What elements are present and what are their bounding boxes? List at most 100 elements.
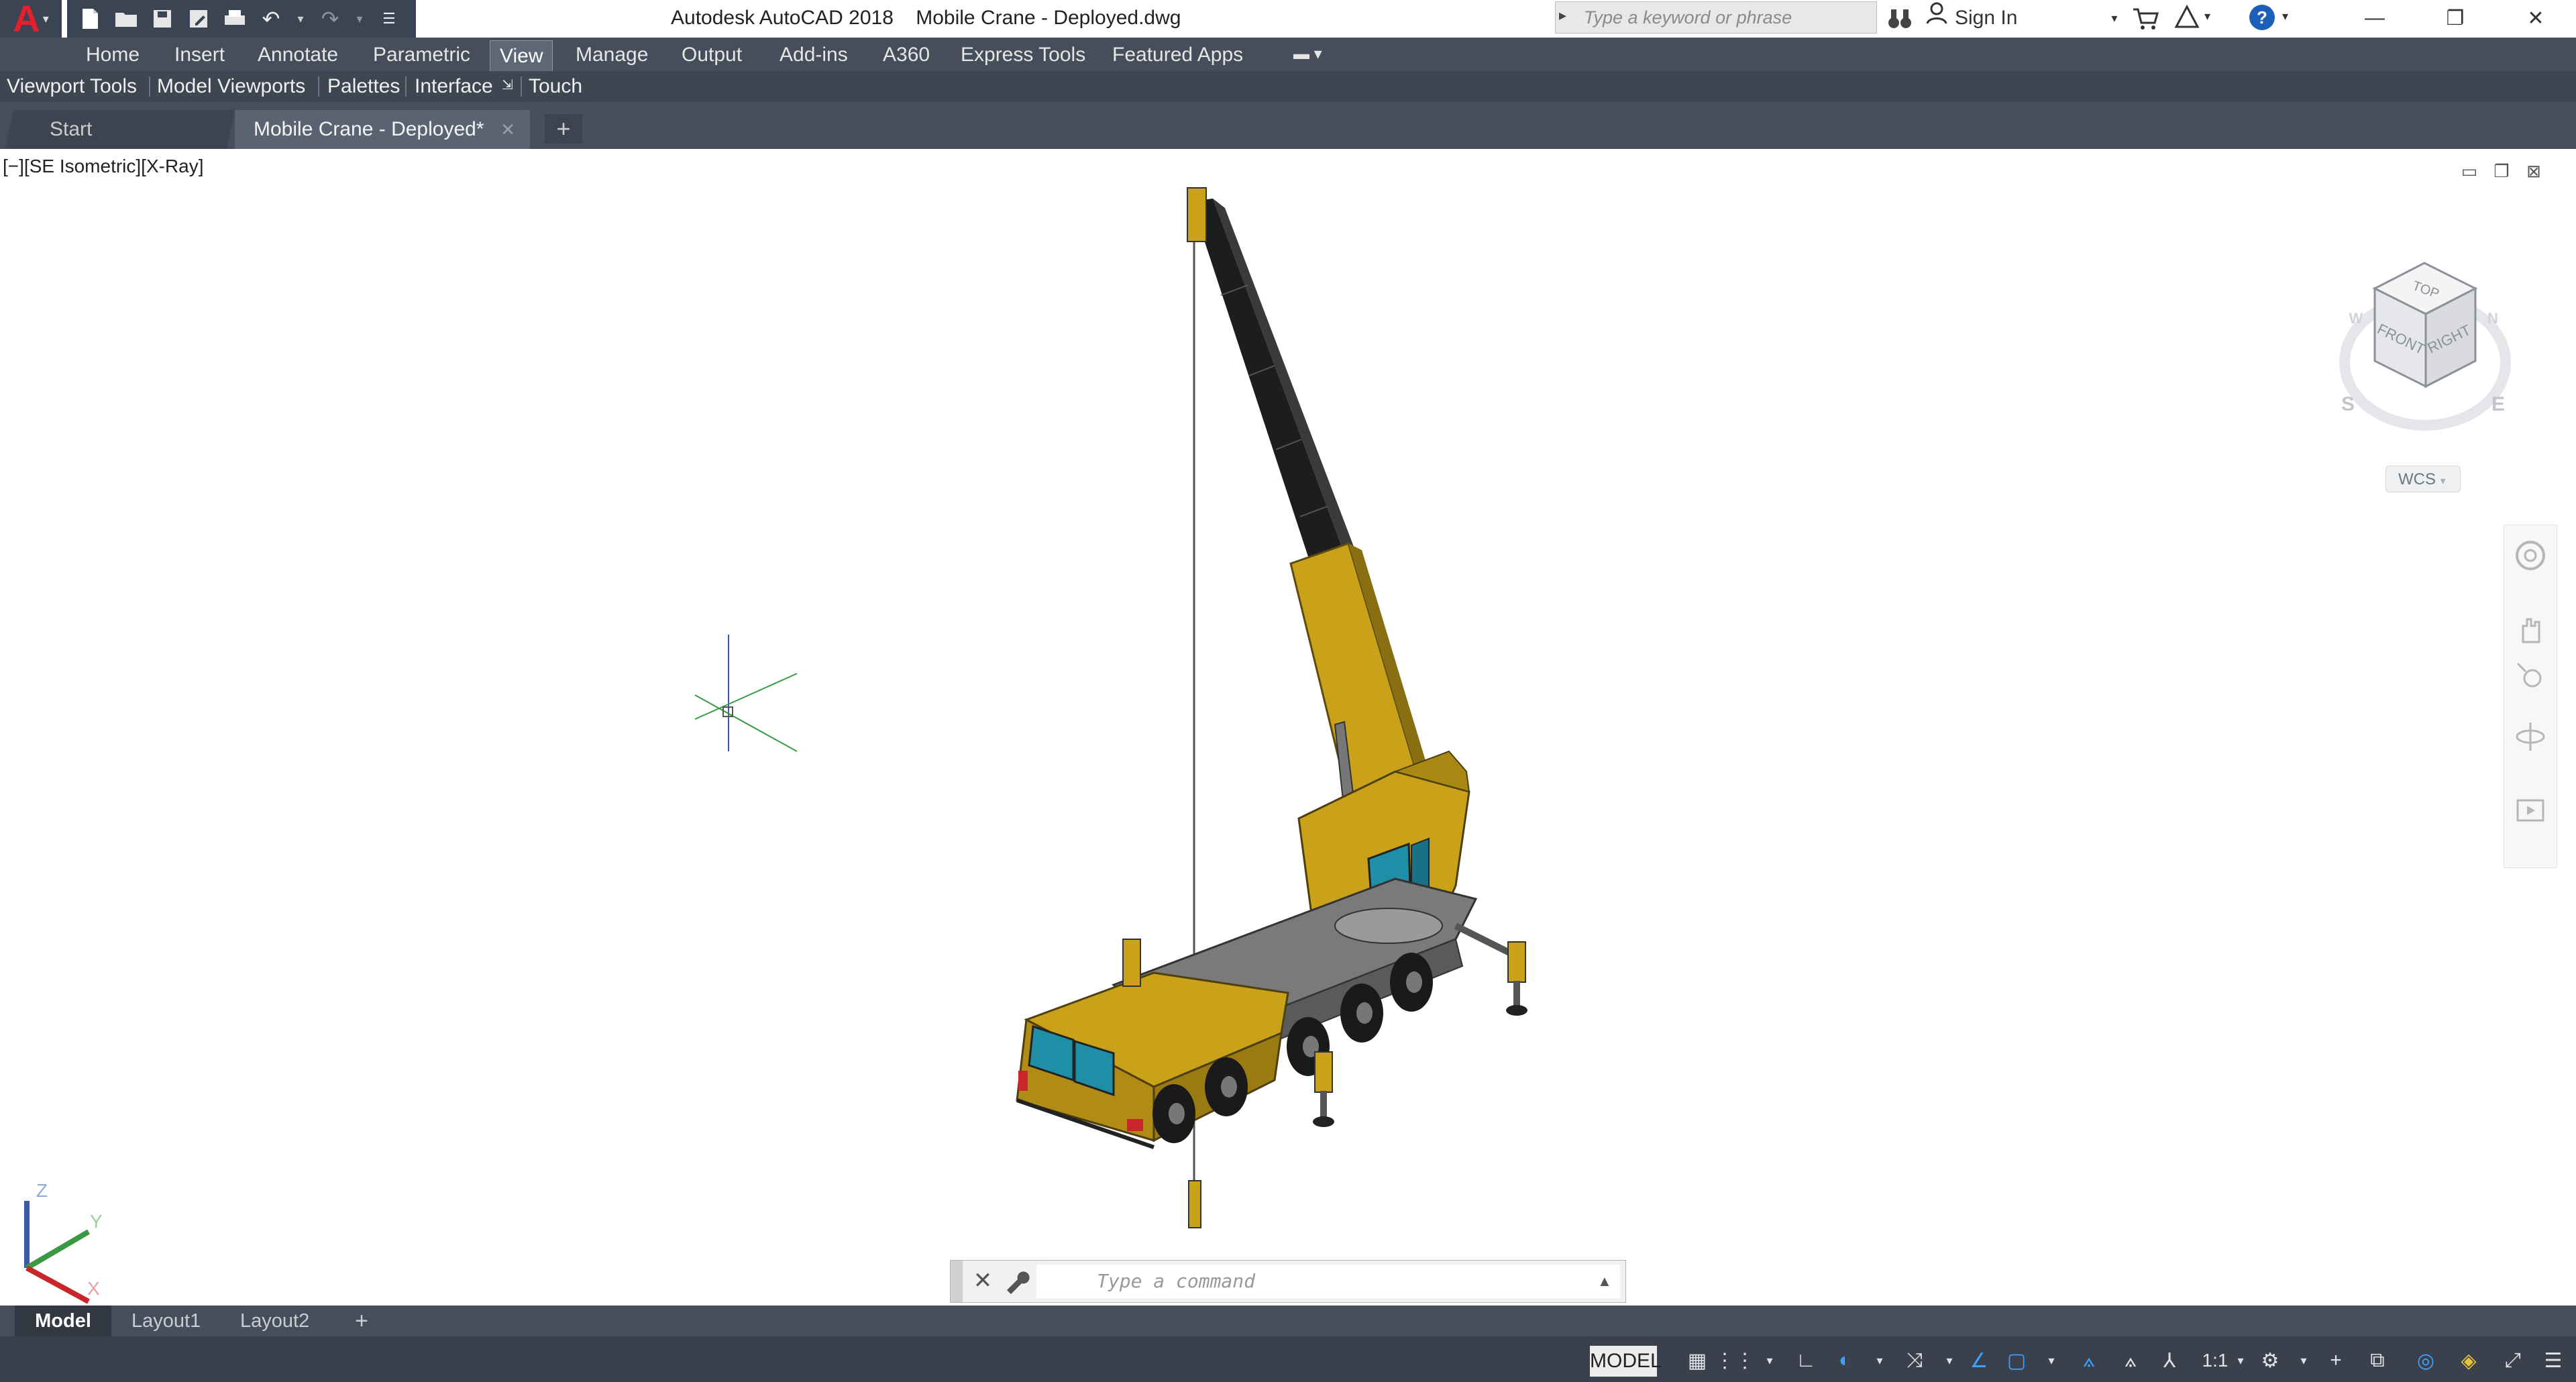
chevron-down-icon[interactable]: ▾ (2290, 1347, 2317, 1374)
chevron-down-icon[interactable]: ▾ (2227, 1347, 2254, 1374)
panel-divider (405, 76, 407, 97)
panel-model-viewports[interactable]: Model Viewports (157, 71, 305, 102)
ortho-icon[interactable]: ∟ (1792, 1347, 1819, 1374)
close-icon[interactable]: ✕ (2496, 0, 2576, 36)
ribbon-minimize-icon[interactable]: ▬ ▾ (1293, 44, 1322, 64)
customize-toolbar-icon[interactable]: ☰ (376, 5, 402, 32)
chevron-down-icon[interactable]: ▾ (2038, 1347, 2065, 1374)
window-title: Autodesk AutoCAD 2018 Mobile Crane - Dep… (671, 7, 1181, 29)
ribbon-panel-bar: Viewport Tools Model Viewports Palettes … (0, 71, 2576, 102)
drag-grip-icon[interactable] (951, 1261, 963, 1302)
steering-wheel-icon[interactable] (2514, 539, 2547, 572)
tab-layout1[interactable]: Layout1 (131, 1306, 201, 1336)
chevron-down-icon[interactable]: ▾ (2204, 9, 2210, 23)
new-layout-button[interactable]: + (345, 1306, 378, 1336)
tab-express-tools[interactable]: Express Tools (961, 38, 1085, 71)
tab-add-ins[interactable]: Add-ins (780, 38, 848, 71)
tab-mobile-crane-deployed[interactable]: Mobile Crane - Deployed* ✕ (235, 110, 530, 149)
object-snap-icon[interactable]: ▢ (2003, 1347, 2030, 1374)
chevron-down-icon[interactable]: ▾ (1756, 1347, 1783, 1374)
open-folder-icon[interactable] (113, 5, 140, 32)
restore-viewport-icon[interactable]: ❐ (2490, 161, 2513, 181)
panel-viewport-tools[interactable]: Viewport Tools (7, 71, 137, 102)
panel-divider (318, 76, 319, 97)
sign-in-button[interactable]: Sign In ▾ (1925, 0, 2117, 36)
chevron-down-icon[interactable]: ▾ (1936, 1347, 1963, 1374)
quick-properties-icon[interactable]: ◎ (2412, 1347, 2439, 1374)
layout-tab-bar: Model Layout1 Layout2 + (0, 1306, 2576, 1336)
tab-featured-apps[interactable]: Featured Apps (1112, 38, 1243, 71)
svg-text:?: ? (2257, 7, 2267, 28)
ribbon-tab-bar: Home Insert Annotate Parametric View Man… (0, 38, 2576, 72)
customization-menu-icon[interactable]: ☰ (2540, 1347, 2567, 1374)
tab-view[interactable]: View (490, 40, 553, 72)
minimize-viewport-icon[interactable]: ▭ (2458, 161, 2481, 181)
autodesk-exchange-icon[interactable] (2172, 4, 2202, 31)
help-icon[interactable]: ? (2247, 3, 2277, 32)
grid-icon[interactable]: ▦ (1684, 1347, 1711, 1374)
crosshair-cursor (694, 635, 798, 752)
close-viewport-icon[interactable]: ⊠ (2522, 161, 2545, 181)
wcs-menu[interactable]: WCS ▾ (2385, 466, 2461, 492)
drawing-area[interactable]: TOP FRONT RIGHT S E W N Z Y X (0, 149, 2576, 1306)
model-space-button[interactable]: MODEL (1590, 1346, 1662, 1377)
panel-touch[interactable]: Touch (529, 71, 582, 102)
tab-manage[interactable]: Manage (576, 38, 648, 71)
tab-a360[interactable]: A360 (883, 38, 930, 71)
tab-annotate[interactable]: Annotate (258, 38, 338, 71)
annotation-scale-icon[interactable]: ⅄ (2156, 1347, 2183, 1374)
object-snap-tracking-icon[interactable]: ∠ (1966, 1347, 1992, 1374)
isodraft-icon[interactable]: ⤨ (1901, 1347, 1928, 1374)
viewcube[interactable]: TOP FRONT RIGHT S E W N (2339, 262, 2511, 431)
panel-interface[interactable]: Interface (415, 71, 493, 102)
shopping-cart-icon[interactable] (2132, 5, 2161, 32)
window-controls: — ❐ ✕ (2334, 0, 2576, 36)
viewport-window-controls: ▭ ❐ ⊠ (2458, 161, 2545, 181)
tab-output[interactable]: Output (682, 38, 742, 71)
chevron-down-icon[interactable]: ▾ (2282, 9, 2288, 23)
tab-layout2[interactable]: Layout2 (240, 1306, 309, 1336)
tab-home[interactable]: Home (86, 38, 140, 71)
panel-palettes[interactable]: Palettes (327, 71, 400, 102)
zoom-extents-icon[interactable] (2514, 659, 2547, 693)
polar-tracking-icon[interactable]: ◐ (1831, 1347, 1858, 1374)
new-file-icon[interactable] (76, 5, 103, 32)
annotation-visibility-icon[interactable]: ⟑ (2076, 1347, 2102, 1374)
units-icon[interactable]: ⧉ (2364, 1347, 2391, 1374)
viewport-controls-label[interactable]: [−][SE Isometric][X-Ray] (3, 156, 204, 177)
minimize-icon[interactable]: — (2334, 0, 2415, 36)
redo-icon[interactable]: ↷ (317, 5, 343, 32)
restore-icon[interactable]: ❐ (2415, 0, 2496, 36)
save-as-icon[interactable] (185, 5, 212, 32)
tab-model[interactable]: Model (15, 1306, 111, 1336)
tab-insert[interactable]: Insert (174, 38, 225, 71)
chevron-down-icon: ▾ (2111, 11, 2118, 25)
chevron-down-icon[interactable]: ▾ (353, 5, 366, 32)
clean-screen-icon[interactable]: ⤢ (2500, 1347, 2526, 1374)
auto-scale-icon[interactable]: ⟑ (2117, 1347, 2144, 1374)
tab-parametric[interactable]: Parametric (373, 38, 470, 71)
pan-hand-icon[interactable] (2514, 613, 2547, 646)
close-tab-icon[interactable]: ✕ (500, 110, 515, 149)
dialog-launcher-icon[interactable]: ⇲ (502, 76, 513, 93)
annotation-monitor-icon[interactable]: + (2322, 1347, 2349, 1374)
undo-icon[interactable]: ↶ (258, 5, 284, 32)
isolate-objects-icon[interactable]: ◈ (2455, 1347, 2482, 1374)
showmotion-icon[interactable] (2514, 794, 2547, 827)
workspace-gear-icon[interactable]: ⚙ (2257, 1347, 2284, 1374)
new-tab-button[interactable]: + (545, 114, 582, 144)
command-input[interactable]: Type a command (1036, 1265, 1620, 1298)
binoculars-icon[interactable] (1886, 5, 1913, 32)
application-menu-button[interactable]: A ▾ (0, 0, 62, 38)
close-icon[interactable]: ✕ (968, 1266, 998, 1295)
chevron-down-icon[interactable]: ▾ (1866, 1347, 1893, 1374)
snap-icon[interactable]: ⋮⋮ (1715, 1347, 1755, 1374)
save-icon[interactable] (149, 5, 176, 32)
orbit-icon[interactable] (2514, 720, 2547, 753)
command-history-icon[interactable]: ▲ (1597, 1273, 1612, 1290)
plot-icon[interactable] (221, 5, 248, 32)
help-search-input[interactable]: Type a keyword or phrase (1555, 1, 1877, 34)
wrench-icon[interactable] (1002, 1266, 1031, 1295)
tab-start[interactable]: Start (5, 110, 235, 149)
chevron-down-icon[interactable]: ▾ (294, 5, 307, 32)
